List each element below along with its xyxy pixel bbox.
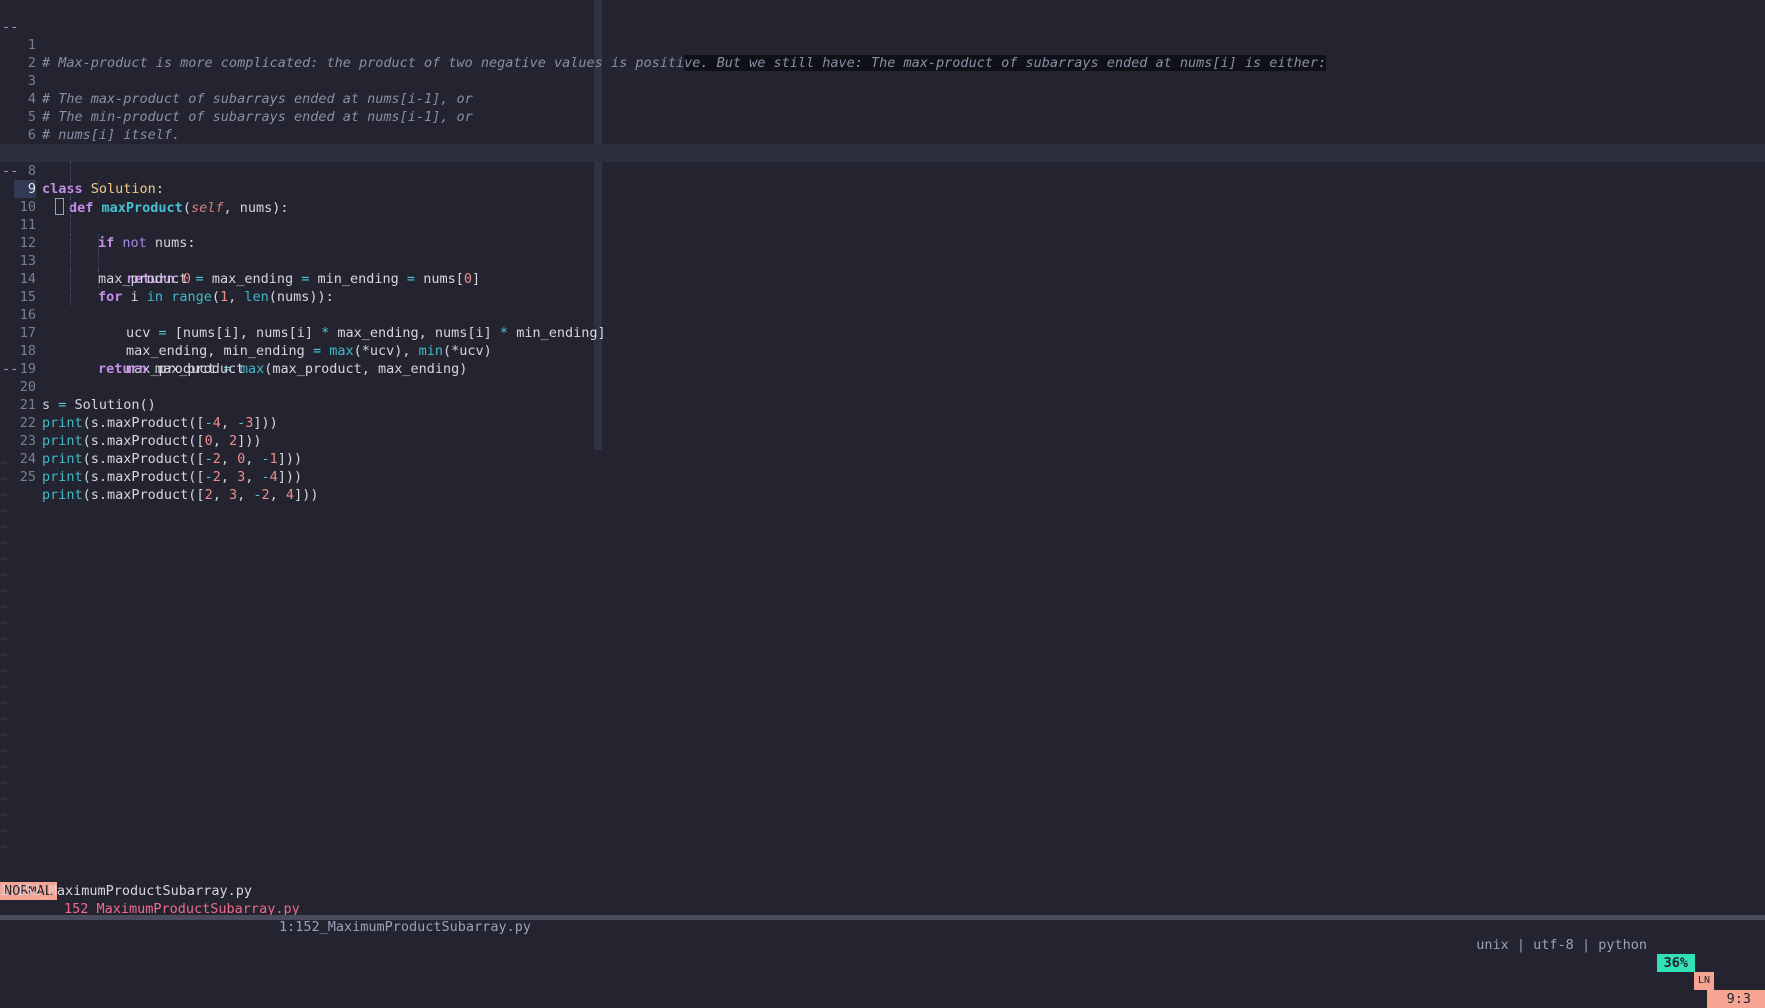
code-line[interactable]: 15 max_ending, min_ending = max(*ucv), m… — [0, 252, 1765, 359]
code-part: , — [245, 469, 262, 485]
indent-guide — [98, 270, 99, 288]
number: 3 — [228, 487, 238, 503]
code-line[interactable]: -- 8 class Solution: — [0, 126, 1765, 197]
line-number: 25 — [19, 469, 36, 485]
scroll-percent: 36% — [1656, 954, 1695, 972]
tilde-marker: ~ — [0, 840, 8, 854]
file-info: unix | utf-8 | python — [1476, 936, 1647, 954]
code-part: (s.maxProduct([ — [82, 469, 205, 485]
separator: | — [1516, 937, 1526, 953]
code-part: , — [212, 487, 229, 503]
indent-guide — [70, 288, 71, 306]
print-args: (s.maxProduct([2, 3, -2, 4])) — [83, 487, 319, 503]
operator: - — [253, 487, 262, 503]
code-line[interactable]: 6 — [0, 90, 1765, 143]
indent-guide — [70, 162, 71, 180]
code-text[interactable]: print(s.maxProduct([-2, 0, -1])) — [42, 450, 302, 468]
number: 2 — [261, 487, 270, 503]
command-line[interactable]: 1:152_MaximumProductSubarray.py — [0, 882, 252, 900]
operator: - — [261, 451, 270, 467]
code-part: ])) — [277, 469, 303, 485]
builtin-print: print — [42, 469, 83, 485]
code-part: , — [220, 469, 238, 485]
line-number-icon: LN — [1693, 972, 1714, 990]
code-line[interactable]: 7 — [0, 108, 1765, 161]
indent-guide — [98, 180, 99, 198]
code-part: ])) — [294, 487, 319, 503]
code-line[interactable]: 22 print(s.maxProduct([0, 2])) — [0, 378, 1765, 449]
code-text[interactable]: print(s.maxProduct([2, 3, -2, 4])) — [42, 486, 318, 504]
code-line[interactable]: 18 — [0, 306, 1765, 359]
code-text[interactable]: print(s.maxProduct([-2, 3, -4])) — [42, 468, 302, 486]
code-part: (s.maxProduct([ — [82, 451, 205, 467]
code-line[interactable]: -- 1 # Max-product is more complicated: … — [0, 0, 1765, 71]
code-line[interactable]: 5 # nums[i] itself. — [0, 72, 1765, 143]
operator: - — [261, 469, 270, 485]
statusline-buffer: 1:152_MaximumProductSubarray.py — [279, 919, 531, 935]
editor-pane[interactable]: -- 1 # Max-product is more complicated: … — [0, 0, 1765, 860]
operator: - — [204, 451, 213, 467]
code-part: , — [220, 451, 238, 467]
separator: | — [1581, 937, 1591, 953]
code-part: , — [245, 451, 262, 467]
window-bottom-border — [0, 915, 1765, 920]
code-line[interactable]: 16 max_product = max(max_product, max_en… — [0, 270, 1765, 377]
code-line[interactable]: 10 if not nums: — [0, 162, 1765, 251]
code-line[interactable]: -- 20 s = Solution() — [0, 342, 1765, 413]
filetype: python — [1598, 937, 1647, 953]
fileformat: unix — [1476, 937, 1509, 953]
number: 2 — [212, 451, 221, 467]
number: 4 — [269, 469, 278, 485]
indent-guide — [70, 234, 71, 252]
encoding: utf-8 — [1533, 937, 1574, 953]
code-line[interactable]: 12 max_product = max_ending = min_ending… — [0, 198, 1765, 287]
code-line[interactable]: 4 # The min-product of subarrays ended a… — [0, 54, 1765, 125]
indent-guide — [70, 180, 71, 198]
cursor-line[interactable]: -- 9 def maxProduct(self, nums): — [0, 144, 1765, 216]
code-part: , — [269, 487, 286, 503]
statusline: NORMAL 152_MaximumProductSubarray.py 1:1… — [0, 864, 1765, 1008]
indent-guide — [98, 252, 99, 270]
number: 1 — [269, 451, 278, 467]
code-part: ])) — [277, 451, 303, 467]
indent-guide — [70, 270, 71, 288]
code-part: , — [237, 487, 254, 503]
number: 2 — [204, 487, 213, 503]
code-line[interactable]: 19 — [0, 324, 1765, 377]
print-args: (s.maxProduct([-2, 3, -4])) — [83, 469, 303, 485]
code-line[interactable]: 3 # The max-product of subarrays ended a… — [0, 36, 1765, 107]
indent-guide — [70, 216, 71, 234]
cursor-position: 9:3 — [1706, 990, 1765, 1008]
indent-guide — [98, 234, 99, 252]
code-line[interactable]: 14 ucv = [nums[i], nums[i] * max_ending,… — [0, 234, 1765, 341]
builtin-print: print — [42, 451, 83, 467]
number: 4 — [285, 487, 295, 503]
code-line[interactable]: 25 print(s.maxProduct([2, 3, -2, 4])) — [0, 432, 1765, 503]
code-line[interactable]: 21 print(s.maxProduct([-4, -3])) — [0, 360, 1765, 431]
code-line[interactable]: 17 return max_product — [0, 288, 1765, 377]
print-args: (s.maxProduct([-2, 0, -1])) — [83, 451, 303, 467]
operator: - — [204, 469, 213, 485]
builtin-print: print — [42, 487, 83, 503]
code-line[interactable]: 2 4 print(s.maxProduct([-2, 3, -4])) — [0, 414, 1765, 485]
indent-guide — [70, 198, 71, 216]
code-line[interactable]: 13 for i in range(1, len(nums)): — [0, 216, 1765, 305]
indent-guide — [70, 252, 71, 270]
code-line[interactable]: 23 print(s.maxProduct([-2, 0, -1])) — [0, 396, 1765, 467]
number: 2 — [212, 469, 221, 485]
code-part: (s.maxProduct([ — [82, 487, 205, 503]
code-line[interactable]: 2 — [0, 18, 1765, 71]
code-line[interactable]: 11 return 0 — [0, 180, 1765, 287]
